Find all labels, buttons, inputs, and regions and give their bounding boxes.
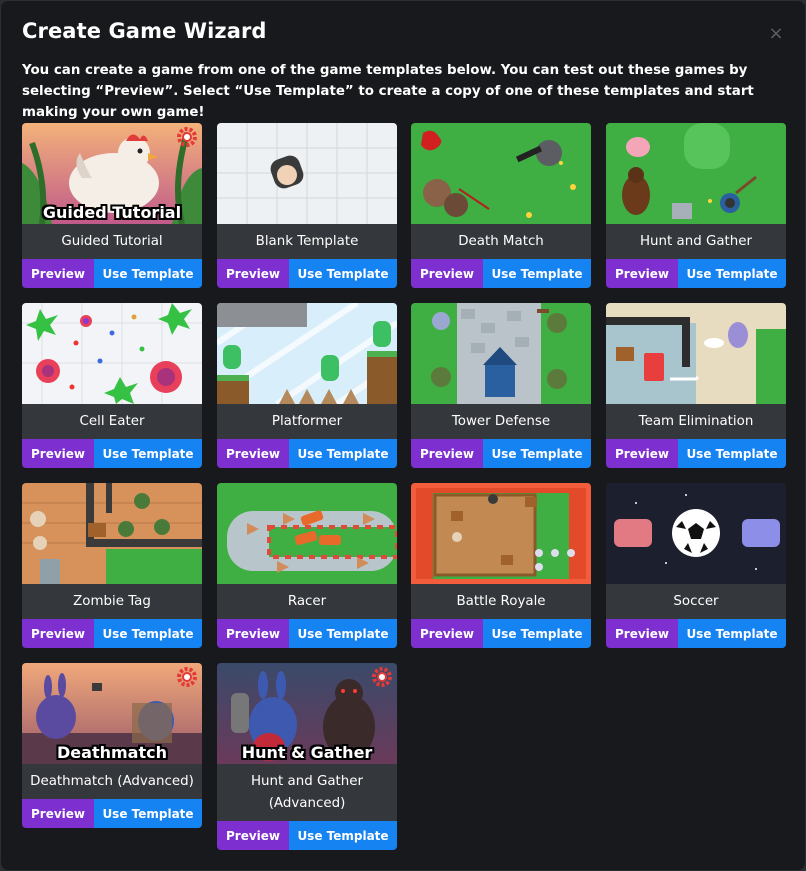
gear-icon [177, 667, 197, 687]
template-name: Hunt and Gather (Advanced) [250, 773, 364, 811]
preview-button[interactable]: Preview [606, 259, 678, 288]
thumbnail-overlay-title: Deathmatch [57, 743, 167, 762]
use-template-button[interactable]: Use Template [678, 619, 786, 648]
template-thumbnail[interactable] [22, 483, 202, 584]
template-thumbnail[interactable]: Deathmatch [22, 663, 202, 764]
gear-icon [372, 667, 392, 687]
preview-button[interactable]: Preview [22, 259, 94, 288]
template-card-death-match: Death Match Preview Use Template [411, 123, 591, 288]
template-thumbnail[interactable] [217, 123, 397, 224]
template-card-guided-tutorial: Guided Tutorial Guided Tutorial Preview … [22, 123, 202, 288]
template-card-tower-defense: Tower Defense Preview Use Template [411, 303, 591, 468]
thumbnail-overlay-title: Guided Tutorial [42, 203, 182, 222]
template-card-zombie-tag: Zombie Tag Preview Use Template [22, 483, 202, 648]
template-name: Platformer [271, 413, 343, 429]
thumbnail-overlay-title: Hunt & Gather [241, 743, 373, 762]
template-name: Deathmatch (Advanced) [30, 773, 194, 789]
use-template-button[interactable]: Use Template [289, 619, 397, 648]
preview-button[interactable]: Preview [217, 619, 289, 648]
template-name: Zombie Tag [73, 593, 151, 609]
template-card-cell-eater: Cell Eater Preview Use Template [22, 303, 202, 468]
template-name: Team Elimination [638, 413, 754, 429]
template-card-hunt-and-gather: Hunt and Gather Preview Use Template [606, 123, 786, 288]
use-template-button[interactable]: Use Template [483, 619, 591, 648]
template-card-racer: Racer Preview Use Template [217, 483, 397, 648]
use-template-button[interactable]: Use Template [678, 439, 786, 468]
preview-button[interactable]: Preview [217, 259, 289, 288]
template-name: Battle Royale [456, 593, 546, 609]
template-thumbnail[interactable]: Hunt & Gather [217, 663, 397, 764]
template-thumbnail[interactable] [606, 483, 786, 584]
template-thumbnail[interactable] [22, 303, 202, 404]
preview-button[interactable]: Preview [606, 439, 678, 468]
template-name: Hunt and Gather [639, 233, 753, 249]
use-template-button[interactable]: Use Template [94, 439, 202, 468]
template-thumbnail[interactable] [411, 123, 591, 224]
template-thumbnail[interactable] [606, 303, 786, 404]
template-card-soccer: Soccer Preview Use Template [606, 483, 786, 648]
preview-button[interactable]: Preview [217, 439, 289, 468]
template-name: Soccer [673, 593, 719, 609]
gear-icon [177, 127, 197, 147]
use-template-button[interactable]: Use Template [289, 439, 397, 468]
template-thumbnail[interactable] [606, 123, 786, 224]
preview-button[interactable]: Preview [411, 439, 483, 468]
use-template-button[interactable]: Use Template [289, 259, 397, 288]
template-thumbnail[interactable] [411, 303, 591, 404]
template-card-team-elimination: Team Elimination Preview Use Template [606, 303, 786, 468]
preview-button[interactable]: Preview [22, 799, 94, 828]
modal-title: Create Game Wizard [22, 19, 267, 43]
template-card-platformer: Platformer Preview Use Template [217, 303, 397, 468]
template-thumbnail[interactable] [217, 303, 397, 404]
template-name: Guided Tutorial [61, 233, 163, 249]
template-thumbnail[interactable] [217, 483, 397, 584]
preview-button[interactable]: Preview [411, 259, 483, 288]
preview-button[interactable]: Preview [217, 821, 289, 850]
template-card-battle-royale: Battle Royale Preview Use Template [411, 483, 591, 648]
template-card-blank-template: Blank Template Preview Use Template [217, 123, 397, 288]
use-template-button[interactable]: Use Template [483, 439, 591, 468]
close-icon[interactable]: × [768, 25, 784, 43]
template-name: Blank Template [255, 233, 359, 249]
template-thumbnail[interactable]: Guided Tutorial [22, 123, 202, 224]
preview-button[interactable]: Preview [606, 619, 678, 648]
template-card-hunt-and-gather-advanced: Hunt & Gather Hunt and Gather (Advanced)… [217, 663, 397, 850]
use-template-button[interactable]: Use Template [94, 619, 202, 648]
template-card-deathmatch-advanced: Deathmatch Deathmatch (Advanced) Preview… [22, 663, 202, 828]
preview-button[interactable]: Preview [22, 619, 94, 648]
create-game-wizard-modal: Create Game Wizard × You can create a ga… [0, 0, 806, 871]
wizard-description: You can create a game from one of the ga… [22, 63, 754, 120]
template-name: Death Match [458, 233, 544, 249]
use-template-button[interactable]: Use Template [483, 259, 591, 288]
use-template-button[interactable]: Use Template [94, 259, 202, 288]
use-template-button[interactable]: Use Template [289, 821, 397, 850]
use-template-button[interactable]: Use Template [94, 799, 202, 828]
preview-button[interactable]: Preview [22, 439, 94, 468]
template-name: Racer [287, 593, 327, 609]
template-name: Tower Defense [451, 413, 551, 429]
preview-button[interactable]: Preview [411, 619, 483, 648]
template-thumbnail[interactable] [411, 483, 591, 584]
use-template-button[interactable]: Use Template [678, 259, 786, 288]
template-name: Cell Eater [79, 413, 145, 429]
